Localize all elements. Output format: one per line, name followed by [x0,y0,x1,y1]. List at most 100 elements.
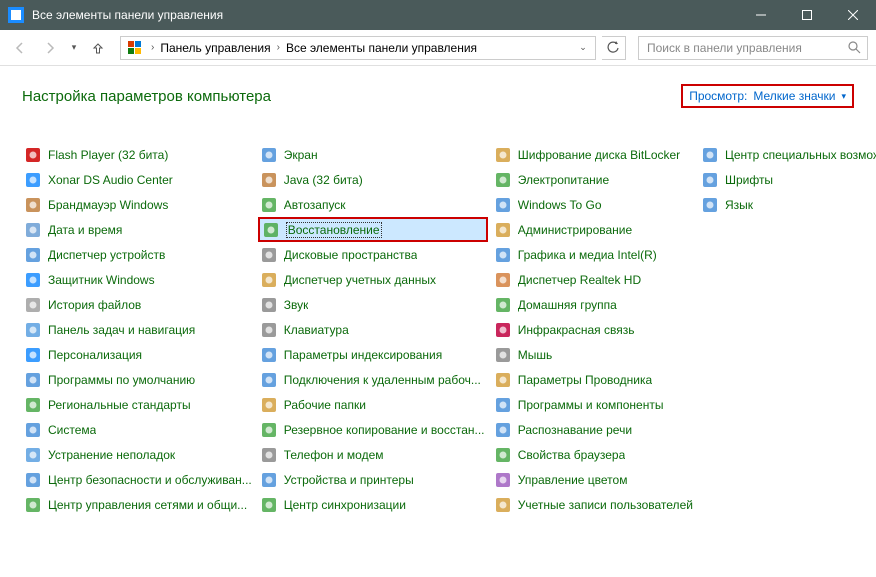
control-panel-item[interactable]: Windows To Go [492,195,604,215]
item-label: Windows To Go [518,198,602,212]
control-panel-item[interactable]: Xonar DS Audio Center [22,170,175,190]
control-panel-item[interactable]: Параметры Проводника [492,370,654,390]
refresh-button[interactable] [602,36,626,60]
control-panel-item[interactable]: Диспетчер устройств [22,245,167,265]
control-panel-item[interactable]: Брандмауэр Windows [22,195,170,215]
item-label: Экран [284,148,318,162]
control-panel-item[interactable]: Распознавание речи [492,420,634,440]
history-dropdown[interactable]: ▾ [68,42,80,53]
address-dropdown[interactable]: ⌄ [573,42,593,53]
titlebar: Все элементы панели управления [0,0,876,30]
control-panel-item[interactable]: Защитник Windows [22,270,157,290]
flash-icon [24,146,42,164]
control-panel-item[interactable]: Шифрование диска BitLocker [492,145,682,165]
control-panel-item[interactable]: Графика и медиа Intel(R) [492,245,659,265]
backup-icon [260,421,278,439]
control-panel-item[interactable]: Управление цветом [492,470,630,490]
control-panel-item[interactable]: Центр безопасности и обслуживан... [22,470,254,490]
item-label: Управление цветом [518,473,628,487]
control-panel-item[interactable]: Центр управления сетями и общи... [22,495,249,515]
credentials-icon [260,271,278,289]
control-panel-item[interactable]: Flash Player (32 бита) [22,145,170,165]
realtek-icon [494,271,512,289]
power-icon [494,171,512,189]
internet-icon [494,446,512,464]
maximize-button[interactable] [784,0,830,30]
control-panel-item[interactable]: Язык [699,195,755,215]
shield-icon [24,271,42,289]
control-panel-item[interactable]: Экран [258,145,320,165]
forward-button[interactable] [38,36,62,60]
minimize-button[interactable] [738,0,784,30]
control-panel-item[interactable]: Диспетчер Realtek HD [492,270,643,290]
chevron-right-icon[interactable]: › [147,42,158,53]
chevron-down-icon[interactable]: ▾ [841,91,846,102]
history-icon [24,296,42,314]
up-button[interactable] [86,36,110,60]
ease-icon [701,146,719,164]
control-panel-item[interactable]: Система [22,420,98,440]
control-panel-item[interactable]: История файлов [22,295,143,315]
item-label: Центр синхронизации [284,498,406,512]
control-panel-item[interactable]: Java (32 бита) [258,170,365,190]
item-label: История файлов [48,298,141,312]
item-label: Программы и компоненты [518,398,664,412]
close-button[interactable] [830,0,876,30]
search-input[interactable] [645,40,848,56]
devices-icon [24,246,42,264]
item-label: Устройства и принтеры [284,473,414,487]
back-button[interactable] [8,36,32,60]
control-panel-item[interactable]: Электропитание [492,170,611,190]
item-label: Инфракрасная связь [518,323,635,337]
window-title: Все элементы панели управления [32,8,738,22]
intel-icon [494,246,512,264]
control-panel-item[interactable]: Шрифты [699,170,775,190]
control-panel-item[interactable]: Клавиатура [258,320,351,340]
breadcrumb-item[interactable]: Панель управления [158,41,272,55]
clock-icon [24,221,42,239]
control-panel-small-icon [127,40,143,56]
item-label: Телефон и модем [284,448,384,462]
control-panel-item[interactable]: Автозапуск [258,195,348,215]
control-panel-item[interactable]: Программы по умолчанию [22,370,197,390]
control-panel-item-selected[interactable]: Восстановление [258,217,488,242]
control-panel-item[interactable]: Диспетчер учетных данных [258,270,438,290]
control-panel-item[interactable]: Персонализация [22,345,144,365]
control-panel-item[interactable]: Дисковые пространства [258,245,420,265]
control-panel-item[interactable]: Устройства и принтеры [258,470,416,490]
control-panel-item[interactable]: Центр специальных возможностей [699,145,876,165]
flag-icon [24,471,42,489]
view-value[interactable]: Мелкие значки [753,89,835,103]
speech-icon [494,421,512,439]
control-panel-item[interactable]: Рабочие папки [258,395,368,415]
control-panel-item[interactable]: Мышь [492,345,555,365]
control-panel-item[interactable]: Телефон и модем [258,445,386,465]
breadcrumb-item[interactable]: Все элементы панели управления [284,41,479,55]
control-panel-item[interactable]: Центр синхронизации [258,495,408,515]
item-label: Учетные записи пользователей [518,498,693,512]
control-panel-item[interactable]: Параметры индексирования [258,345,444,365]
control-panel-item[interactable]: Панель задач и навигация [22,320,197,340]
control-panel-item[interactable]: Подключения к удаленным рабоч... [258,370,483,390]
screen-icon [260,146,278,164]
control-panel-item[interactable]: Устранение неполадок [22,445,177,465]
control-panel-item[interactable]: Региональные стандарты [22,395,193,415]
control-panel-item[interactable]: Учетные записи пользователей [492,495,695,515]
audio-icon [24,171,42,189]
control-panel-item[interactable]: Программы и компоненты [492,395,666,415]
control-panel-item[interactable]: Звук [258,295,311,315]
item-label: Восстановление [286,222,382,238]
control-panel-item[interactable]: Домашняя группа [492,295,619,315]
control-panel-item[interactable]: Инфракрасная связь [492,320,637,340]
search-box[interactable] [638,36,868,60]
bitlocker-icon [494,146,512,164]
view-options[interactable]: Просмотр: Мелкие значки ▾ [681,84,854,108]
control-panel-item[interactable]: Дата и время [22,220,124,240]
address-bar[interactable]: › Панель управления › Все элементы панел… [120,36,596,60]
item-label: Дата и время [48,223,122,237]
control-panel-item[interactable]: Свойства браузера [492,445,628,465]
chevron-right-icon[interactable]: › [273,42,284,53]
control-panel-item[interactable]: Резервное копирование и восстан... [258,420,487,440]
control-panel-item[interactable]: Администрирование [492,220,634,240]
search-icon[interactable] [848,41,861,54]
